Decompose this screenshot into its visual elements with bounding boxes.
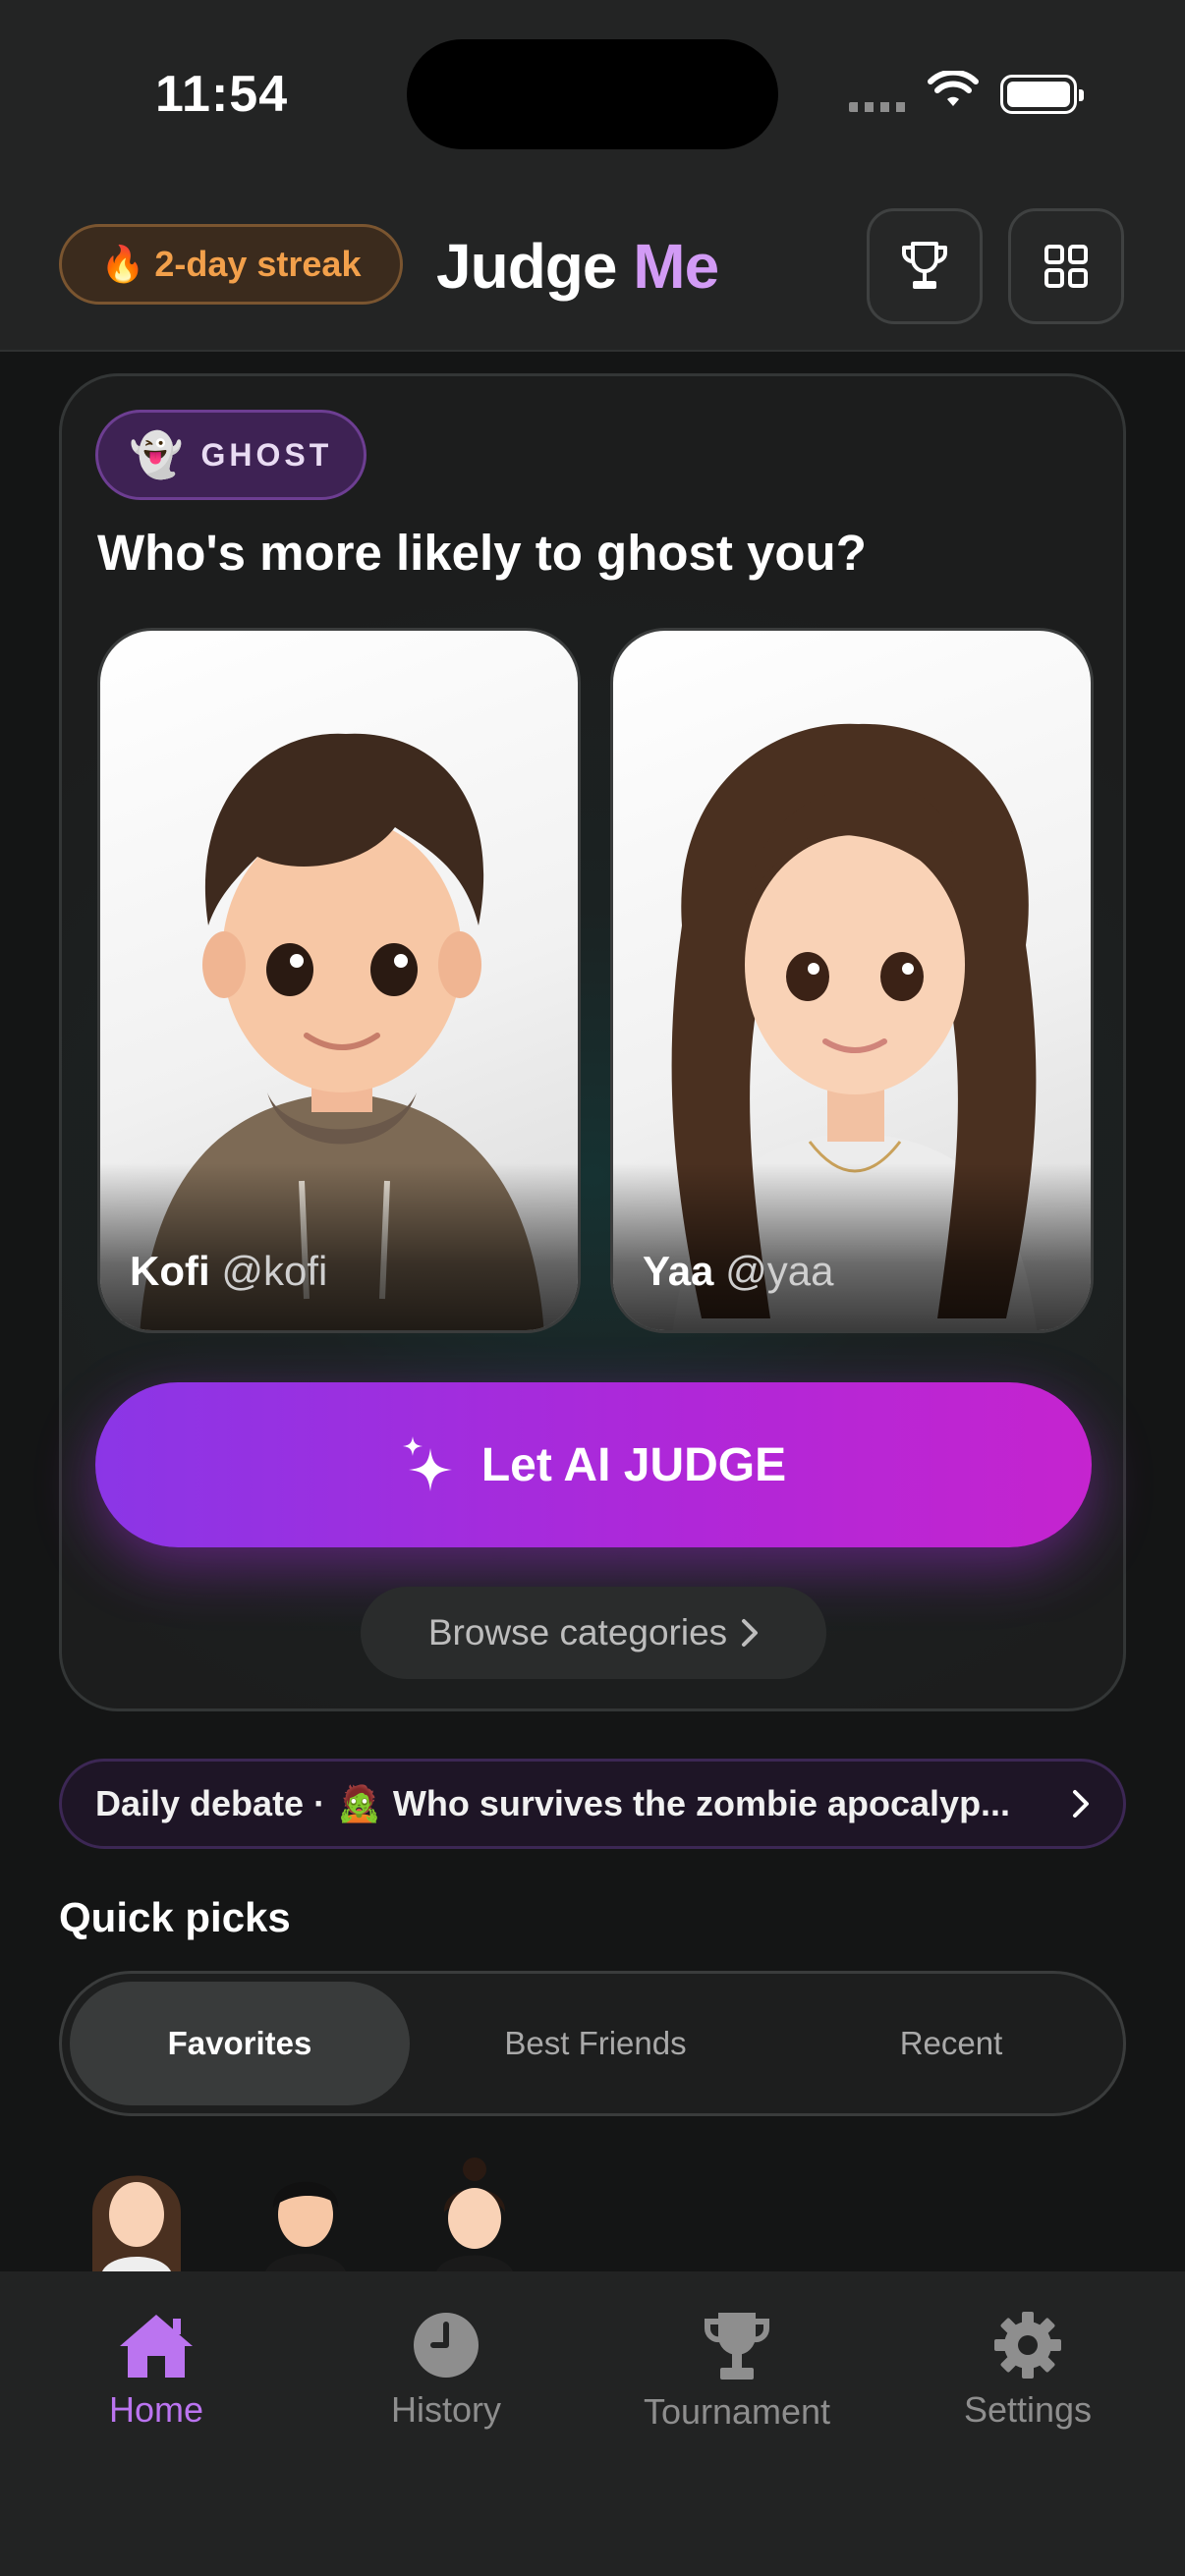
status-time: 11:54	[155, 66, 289, 123]
app-title-part1: Judge	[436, 231, 617, 302]
tab-best-friends[interactable]: Best Friends	[425, 1982, 765, 2105]
daily-debate-prefix: Daily debate ·	[95, 1783, 326, 1823]
question-text: Who's more likely to ghost you?	[97, 525, 867, 581]
battery-icon	[1000, 75, 1084, 114]
dynamic-island	[407, 39, 778, 149]
gear-icon	[994, 2312, 1061, 2379]
zombie-icon: 🧟	[337, 1783, 381, 1823]
signal-icon	[849, 102, 906, 112]
candidate-card-left[interactable]: Kofi @kofi	[97, 628, 581, 1333]
tab-tournament[interactable]: Tournament	[619, 2311, 855, 2433]
history-icon	[414, 2313, 479, 2378]
browse-label: Browse categories	[427, 1612, 728, 1652]
tab-recent[interactable]: Recent	[781, 1982, 1121, 2105]
quick-picks-title: Quick picks	[59, 1894, 291, 1940]
tab-settings[interactable]: Settings	[910, 2311, 1146, 2431]
candidate-handle: @kofi	[221, 1248, 328, 1294]
avatar[interactable]	[252, 2154, 360, 2271]
tab-history-label: History	[390, 2389, 501, 2430]
grid-menu-button[interactable]	[1008, 208, 1124, 324]
ghost-icon: 👻	[129, 431, 184, 479]
judge-button-label: Let AI JUDGE	[480, 1438, 787, 1491]
home-icon	[120, 2315, 193, 2378]
trophy-icon	[902, 242, 947, 289]
question-card: 👻 GHOST Who's more likely to ghost you? …	[59, 373, 1126, 1711]
tab-settings-label: Settings	[963, 2389, 1093, 2430]
status-bar: 11:54	[0, 0, 1185, 196]
candidate-caption: Yaa @yaa	[643, 1248, 833, 1295]
streak-label: 2-day streak	[154, 244, 362, 284]
quick-picks-segmented-control: Favorites Best Friends Recent	[59, 1971, 1126, 2116]
grid-icon	[1044, 245, 1088, 288]
tab-home-label: Home	[108, 2389, 204, 2430]
chevron-right-icon	[1073, 1790, 1089, 1818]
fire-icon: 🔥	[100, 244, 145, 284]
candidate-name: Kofi	[130, 1248, 210, 1294]
candidate-caption: Kofi @kofi	[130, 1248, 327, 1295]
tab-home[interactable]: Home	[38, 2311, 274, 2431]
tab-favorites[interactable]: Favorites	[70, 1982, 410, 2105]
candidate-card-right[interactable]: Yaa @yaa	[610, 628, 1094, 1333]
app-header: 🔥 2-day streak Judge Me	[0, 196, 1185, 352]
avatar[interactable]	[421, 2154, 529, 2271]
tab-tournament-label: Tournament	[643, 2391, 831, 2432]
candidate-handle: @yaa	[725, 1248, 834, 1294]
let-ai-judge-button[interactable]: Let AI JUDGE	[95, 1382, 1092, 1547]
daily-debate-banner[interactable]: Daily debate · 🧟 Who survives the zombie…	[59, 1759, 1126, 1849]
avatar[interactable]	[83, 2154, 191, 2271]
wifi-icon	[928, 71, 979, 106]
sparkles-icon	[402, 1436, 452, 1491]
tab-history[interactable]: History	[328, 2311, 564, 2431]
app-title: Judge Me	[436, 230, 719, 303]
category-badge[interactable]: 👻 GHOST	[95, 410, 367, 500]
leaderboard-button[interactable]	[867, 208, 983, 324]
category-label: GHOST	[200, 436, 333, 473]
chevron-right-icon	[742, 1619, 759, 1647]
browse-categories-button[interactable]: Browse categories	[361, 1587, 826, 1679]
candidate-name: Yaa	[643, 1248, 714, 1294]
trophy-icon	[704, 2313, 770, 2380]
bottom-tab-bar: Home History Tournament Settings	[0, 2271, 1185, 2576]
app-title-part2: Me	[633, 231, 719, 302]
streak-badge[interactable]: 🔥 2-day streak	[59, 224, 403, 305]
daily-debate-text: Who survives the zombie apocalyp...	[392, 1783, 1011, 1823]
